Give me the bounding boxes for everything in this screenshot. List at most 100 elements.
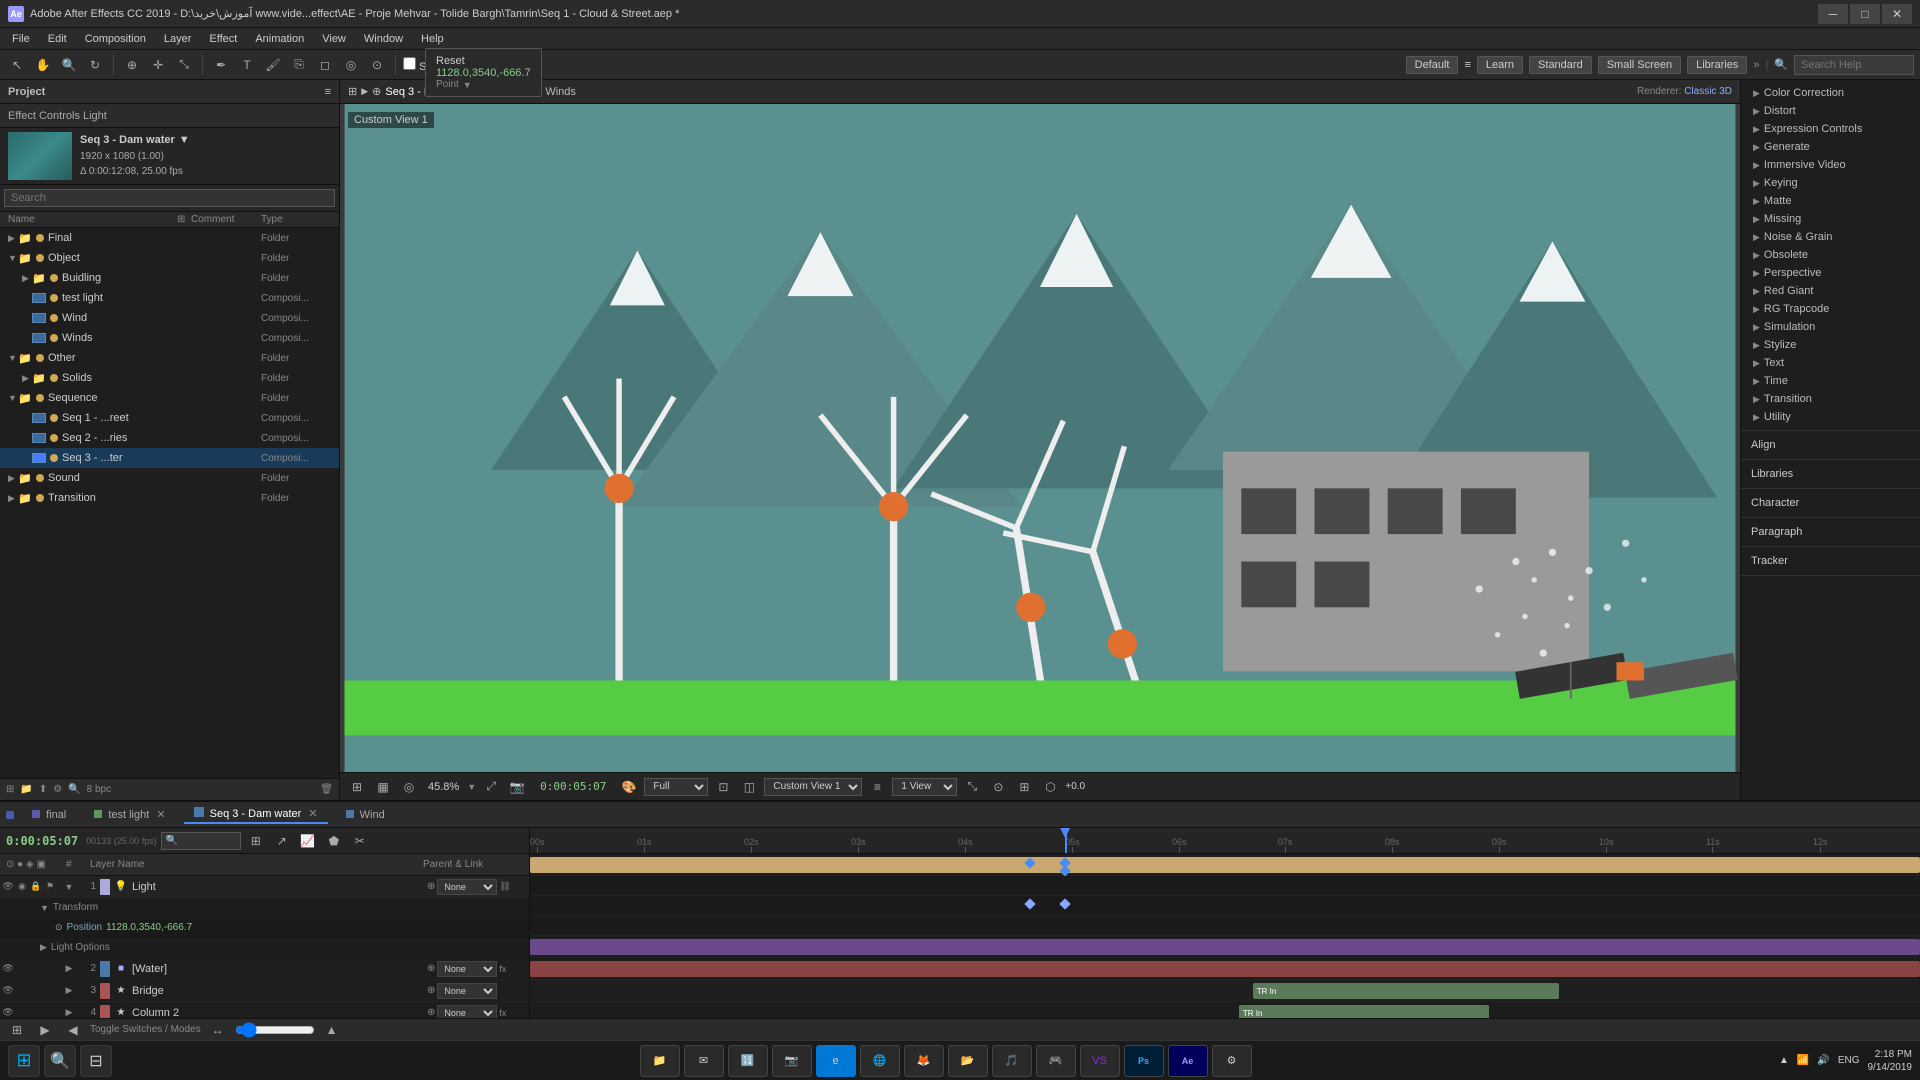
workspace-learn[interactable]: Learn <box>1477 56 1523 74</box>
menu-animation[interactable]: Animation <box>247 31 312 47</box>
effect-obsolete[interactable]: ▶ Obsolete <box>1741 246 1920 264</box>
tool-text[interactable]: T <box>236 54 258 76</box>
taskbar-app-calc[interactable]: 🔢 <box>728 1045 768 1077</box>
layer-1-lock[interactable]: 🔒 <box>30 881 42 893</box>
tab-final[interactable]: final <box>22 807 76 823</box>
taskbar-network[interactable]: 📶 <box>1797 1055 1809 1066</box>
viewer-grid-btn[interactable]: ▦ <box>372 776 394 798</box>
layer-1-expand[interactable]: ▼ <box>62 882 76 892</box>
tool-roto[interactable]: ◎ <box>340 54 362 76</box>
layer-1-solo[interactable]: ◉ <box>16 881 28 893</box>
layer-1-shy[interactable]: ⚑ <box>44 881 56 893</box>
tree-item-sound[interactable]: ▶ 📁 Sound Folder <box>0 468 339 488</box>
viewer-snapshot-btn[interactable]: 📷 <box>506 776 528 798</box>
effect-generate[interactable]: ▶ Generate <box>1741 138 1920 156</box>
timeline-search-input[interactable] <box>161 832 241 850</box>
tree-arrow-final[interactable]: ▶ <box>8 233 18 244</box>
taskbar-clock[interactable]: 2:18 PM 9/14/2019 <box>1868 1048 1913 1074</box>
tool-position[interactable]: ✛ <box>147 54 169 76</box>
libraries-section-label[interactable]: Libraries <box>1741 464 1920 484</box>
layer-2-shy[interactable] <box>44 963 56 975</box>
tool-eraser[interactable]: ◻ <box>314 54 336 76</box>
tree-item-solids[interactable]: ▶ 📁 Solids Folder <box>0 368 339 388</box>
menu-window[interactable]: Window <box>356 31 411 47</box>
viewer-fast-preview-btn[interactable]: ⊡ <box>712 776 734 798</box>
toggle-switches-label[interactable]: Toggle Switches / Modes <box>90 1024 201 1035</box>
timeline-trim-btn[interactable]: ✂ <box>349 830 371 852</box>
layer-4-expand[interactable]: ▶ <box>62 1007 76 1018</box>
tree-item-final[interactable]: ▶ 📁 Final Folder <box>0 228 339 248</box>
close-button[interactable]: ✕ <box>1882 4 1912 24</box>
project-panel-menu[interactable]: ≡ <box>325 86 331 98</box>
tree-arrow-sound[interactable]: ▶ <box>8 473 18 484</box>
viewer-views-btn[interactable]: ≡ <box>866 776 888 798</box>
taskbar-app-camera[interactable]: 📷 <box>772 1045 812 1077</box>
viewer-transparency-btn[interactable]: ◫ <box>738 776 760 798</box>
tl-bottom-btn1[interactable]: ⊞ <box>6 1019 28 1041</box>
layer-3-expand[interactable]: ▶ <box>62 985 76 996</box>
layer-4-parent-select[interactable]: None <box>437 1005 497 1019</box>
menu-composition[interactable]: Composition <box>77 31 154 47</box>
viewer-expand-btn[interactable]: ⤡ <box>961 776 983 798</box>
layer-3-parent-select[interactable]: None <box>437 983 497 999</box>
tree-arrow-object[interactable]: ▼ <box>8 253 18 263</box>
viewer-align-btn[interactable]: ⊞ <box>1013 776 1035 798</box>
layer-row-1[interactable]: 👁 ◉ 🔒 ⚑ ▼ 1 💡 Light ⊕ None <box>0 876 529 898</box>
comp-settings-icon[interactable]: ⚙ <box>53 784 62 795</box>
effect-matte[interactable]: ▶ Matte <box>1741 192 1920 210</box>
layer-1-position-row[interactable]: ⊙ Position 1128.0,3540,-666.7 <box>0 918 529 938</box>
view-layout-select[interactable]: Custom View 1 Custom View 2 Active Camer… <box>764 778 862 796</box>
effect-text[interactable]: ▶ Text <box>1741 354 1920 372</box>
track-row-4[interactable]: TR In <box>530 980 1920 1002</box>
layer-1-light-opts-row[interactable]: ▶ Light Options <box>0 938 529 958</box>
taskbar-app-files[interactable]: 📂 <box>948 1045 988 1077</box>
tl-bottom-btn2[interactable]: ▶ <box>34 1019 56 1041</box>
menu-file[interactable]: File <box>4 31 38 47</box>
new-comp-icon[interactable]: ⊞ <box>6 784 14 795</box>
menu-layer[interactable]: Layer <box>156 31 200 47</box>
tree-item-seq2[interactable]: ▶ Seq 2 - ...ries Composi... <box>0 428 339 448</box>
tree-item-buidling[interactable]: ▶ 📁 Buidling Folder <box>0 268 339 288</box>
layer-2-parent-select[interactable]: None <box>437 961 497 977</box>
effect-rg-trapcode[interactable]: ▶ RG Trapcode <box>1741 300 1920 318</box>
effect-time[interactable]: ▶ Time <box>1741 372 1920 390</box>
light-opts-arrow[interactable]: ▶ <box>40 942 47 953</box>
effect-stylize[interactable]: ▶ Stylize <box>1741 336 1920 354</box>
effect-utility[interactable]: ▶ Utility <box>1741 408 1920 426</box>
search-help-input[interactable] <box>1794 55 1914 75</box>
layer-row-4[interactable]: 👁 ▶ 4 ★ Column 2 ⊕ None fx <box>0 1002 529 1018</box>
menu-help[interactable]: Help <box>413 31 452 47</box>
effect-immersive-video[interactable]: ▶ Immersive Video <box>1741 156 1920 174</box>
timeline-mask-btn[interactable]: ⬟ <box>323 830 345 852</box>
layer-1-transform-row[interactable]: ▼ Transform <box>0 898 529 918</box>
tree-item-wind[interactable]: ▶ Wind Composi... <box>0 308 339 328</box>
taskbar-app-mail[interactable]: ✉ <box>684 1045 724 1077</box>
tool-rotate[interactable]: ↻ <box>84 54 106 76</box>
effect-noise-grain[interactable]: ▶ Noise & Grain <box>1741 228 1920 246</box>
workspace-default[interactable]: Default <box>1406 56 1459 74</box>
tree-arrow-solids[interactable]: ▶ <box>22 373 32 384</box>
breadcrumb-winds[interactable]: Winds <box>545 86 576 98</box>
workspace-libraries[interactable]: Libraries <box>1687 56 1747 74</box>
taskbar-sound[interactable]: 🔊 <box>1817 1055 1829 1066</box>
effect-missing[interactable]: ▶ Missing <box>1741 210 1920 228</box>
timeline-graph-btn[interactable]: 📈 <box>297 830 319 852</box>
tree-item-seq1[interactable]: ▶ Seq 1 - ...reet Composi... <box>0 408 339 428</box>
comp-arrow[interactable]: ▼ <box>179 132 190 149</box>
layer-2-lock[interactable] <box>30 963 42 975</box>
timeline-motion-btn[interactable]: ↗ <box>271 830 293 852</box>
workspace-standard[interactable]: Standard <box>1529 56 1592 74</box>
timeline-parent-btn[interactable]: ⊞ <box>245 830 267 852</box>
layer-2-eye[interactable]: 👁 <box>2 963 14 975</box>
taskbar-app-game[interactable]: 🎮 <box>1036 1045 1076 1077</box>
workspace-more[interactable]: » <box>1753 59 1759 71</box>
tree-item-sequence[interactable]: ▼ 📁 Sequence Folder <box>0 388 339 408</box>
layer-2-solo[interactable] <box>16 963 28 975</box>
start-button[interactable]: ⊞ <box>8 1045 40 1077</box>
viewer-compose-btn[interactable]: ⊙ <box>987 776 1009 798</box>
track-row-5[interactable]: TR In <box>530 1002 1920 1018</box>
taskbar-app-extra[interactable]: ⚙ <box>1212 1045 1252 1077</box>
tool-clone[interactable]: ⎘ <box>288 54 310 76</box>
tracker-section-label[interactable]: Tracker <box>1741 551 1920 571</box>
menu-effect[interactable]: Effect <box>201 31 245 47</box>
